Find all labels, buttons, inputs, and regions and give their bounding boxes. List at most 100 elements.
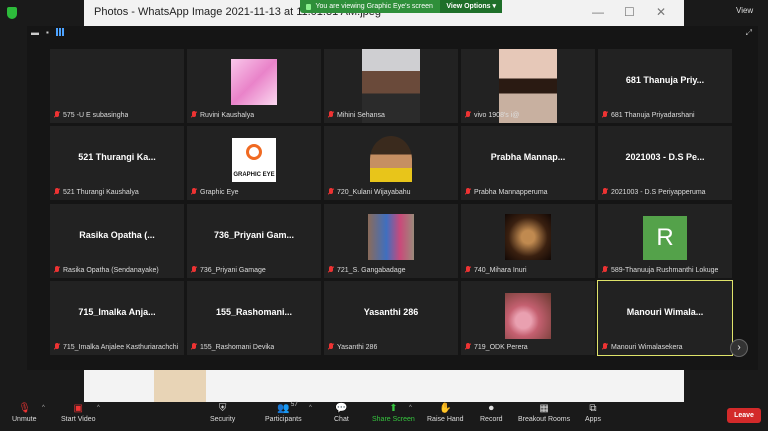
- participants-caret-icon[interactable]: ^: [309, 405, 312, 411]
- participant-label: 715_Imalka Anjalee Kasthuriarachchi: [54, 342, 178, 352]
- participant-label: 740_Mihara Inuri: [465, 265, 527, 275]
- participant-tile[interactable]: Mihini Sehansa: [324, 49, 458, 123]
- mic-muted-icon: [328, 188, 334, 196]
- mic-muted-icon: [328, 343, 334, 351]
- participant-label: 720_Kulani Wijayabahu: [328, 187, 411, 197]
- mic-muted-icon: [465, 266, 471, 274]
- raise-hand-label: Raise Hand: [427, 416, 464, 423]
- leave-button[interactable]: Leave: [727, 408, 761, 423]
- record-label: Record: [480, 416, 503, 423]
- participant-label: Manouri Wimalasekera: [602, 342, 683, 352]
- participant-tile[interactable]: 2021003 - D.S Pe... 2021003 - D.S Periya…: [598, 126, 732, 200]
- view-options-button[interactable]: View Options ▾: [440, 0, 502, 13]
- share-options-caret-icon[interactable]: ^: [409, 405, 412, 411]
- participant-tile[interactable]: 720_Kulani Wijayabahu: [324, 126, 458, 200]
- breakout-rooms-button[interactable]: ▦ Breakout Rooms: [518, 403, 570, 423]
- zoom-meeting-window: Photos - WhatsApp Image 2021-11-13 at 11…: [0, 0, 768, 431]
- active-speaker-tile[interactable]: Manouri Wimala... Manouri Wimalasekera: [597, 280, 733, 356]
- mic-muted-icon: [602, 266, 608, 274]
- unmute-label: Unmute: [12, 416, 37, 423]
- participant-tile[interactable]: vivo 1908's i@: [461, 49, 595, 123]
- participant-label: Mihini Sehansa: [328, 110, 385, 120]
- mic-muted-icon: [602, 343, 608, 351]
- participant-label: vivo 1908's i@: [465, 110, 519, 120]
- participant-tile[interactable]: 715_Imalka Anja... 715_Imalka Anjalee Ka…: [50, 281, 184, 355]
- tile-view-icon[interactable]: ▪: [46, 28, 49, 37]
- chat-button[interactable]: 💬 Chat: [334, 403, 349, 423]
- share-indicator-icon: [306, 3, 312, 10]
- gallery-view: ▬ ▪ ⤢ 575 -U E subasingha Ruvini Kaushal…: [27, 26, 758, 370]
- audio-options-caret-icon[interactable]: ^: [42, 405, 45, 411]
- grid-rooms-icon: ▦: [539, 403, 549, 414]
- participant-display-name: Yasanthi 286: [363, 307, 419, 317]
- participant-display-name: 2021003 - D.S Pe...: [625, 152, 705, 162]
- participant-tile[interactable]: 721_S. Gangabadage: [324, 204, 458, 278]
- participant-label: Rasika Opatha (Sendanayake): [54, 265, 159, 275]
- participant-tile[interactable]: Rasika Opatha (... Rasika Opatha (Sendan…: [50, 204, 184, 278]
- participant-label: Ruvini Kaushalya: [191, 110, 254, 120]
- participant-tile[interactable]: 719_ODK Perera: [461, 281, 595, 355]
- participant-tile[interactable]: Ruvini Kaushalya: [187, 49, 321, 123]
- security-button[interactable]: ⛨ Security: [210, 403, 235, 423]
- profile-picture: [231, 59, 277, 105]
- mic-muted-icon: [328, 266, 334, 274]
- minimize-view-icon[interactable]: ▬: [31, 28, 39, 37]
- participant-tile[interactable]: 740_Mihara Inuri: [461, 204, 595, 278]
- mic-muted-icon: [191, 111, 197, 119]
- participant-label: 589-Thanuuja Rushmanthi Lokuge: [602, 265, 718, 275]
- logo-text: GRAPHIC EYE: [233, 172, 275, 178]
- apps-label: Apps: [585, 416, 601, 423]
- participant-label: 155_Rashomani Devika: [191, 342, 274, 352]
- apps-icon: ⧉: [589, 403, 597, 414]
- participant-tile[interactable]: GRAPHIC EYE Graphic Eye: [187, 126, 321, 200]
- gallery-grid-icon[interactable]: [55, 28, 64, 36]
- participant-label: 575 -U E subasingha: [54, 110, 128, 120]
- participant-display-name: Prabha Mannap...: [490, 152, 566, 162]
- record-button[interactable]: ⏺ Record: [480, 403, 503, 423]
- video-options-caret-icon[interactable]: ^: [97, 405, 100, 411]
- minimize-icon[interactable]: —: [592, 5, 604, 19]
- mic-muted-icon: [191, 343, 197, 351]
- participant-display-name: 715_Imalka Anja...: [78, 307, 156, 317]
- participant-tile[interactable]: 575 -U E subasingha: [50, 49, 184, 123]
- participants-label: Participants: [265, 416, 302, 423]
- participant-tile[interactable]: R 589-Thanuuja Rushmanthi Lokuge: [598, 204, 732, 278]
- participant-display-name: Rasika Opatha (...: [79, 230, 155, 240]
- video-off-icon: ▣: [73, 403, 83, 414]
- raise-hand-button[interactable]: ✋ Raise Hand: [427, 403, 464, 423]
- next-page-arrow-icon[interactable]: ›: [730, 339, 748, 357]
- shared-photo-preview: [154, 367, 206, 402]
- participant-label: Prabha Mannapperuma: [465, 187, 548, 197]
- security-shield-icon: [7, 7, 17, 19]
- participants-button[interactable]: 👥 57 Participants: [265, 402, 302, 423]
- participant-label: 681 Thanuja Priyadarshani: [602, 110, 695, 120]
- participant-tile[interactable]: 736_Priyani Gam... 736_Priyani Gamage: [187, 204, 321, 278]
- view-button[interactable]: View: [736, 6, 753, 15]
- maximize-icon[interactable]: ☐: [624, 5, 635, 19]
- participant-tile[interactable]: 521 Thurangi Ka... 521 Thurangi Kaushaly…: [50, 126, 184, 200]
- participant-tile[interactable]: Prabha Mannap... Prabha Mannapperuma: [461, 126, 595, 200]
- share-screen-icon: ⬆: [389, 403, 398, 414]
- close-icon[interactable]: ✕: [656, 5, 666, 19]
- hand-icon: ✋: [439, 403, 452, 414]
- mic-muted-icon: [191, 266, 197, 274]
- participant-tile[interactable]: Yasanthi 286 Yasanthi 286: [324, 281, 458, 355]
- avatar-initial: R: [643, 216, 687, 260]
- unmute-button[interactable]: 🎙 Unmute: [12, 403, 37, 423]
- participant-count: 57: [291, 402, 298, 408]
- apps-button[interactable]: ⧉ Apps: [585, 403, 601, 423]
- exit-fullscreen-icon[interactable]: ⤢: [746, 28, 752, 38]
- participant-label: 736_Priyani Gamage: [191, 265, 266, 275]
- start-video-button[interactable]: ▣ Start Video: [61, 403, 96, 423]
- participant-tile[interactable]: 681 Thanuja Priy... 681 Thanuja Priyadar…: [598, 49, 732, 123]
- profile-picture: [368, 214, 414, 260]
- breakout-rooms-label: Breakout Rooms: [518, 416, 571, 423]
- mic-muted-icon: [54, 343, 60, 351]
- participant-label: Yasanthi 286: [328, 342, 377, 352]
- participant-label: 721_S. Gangabadage: [328, 265, 406, 275]
- profile-picture: [505, 214, 551, 260]
- participant-tile[interactable]: 155_Rashomani... 155_Rashomani Devika: [187, 281, 321, 355]
- eye-logo-icon: [246, 144, 262, 160]
- mic-muted-icon: [54, 111, 60, 119]
- screen-share-banner: You are viewing Graphic Eye's screen Vie…: [300, 0, 502, 13]
